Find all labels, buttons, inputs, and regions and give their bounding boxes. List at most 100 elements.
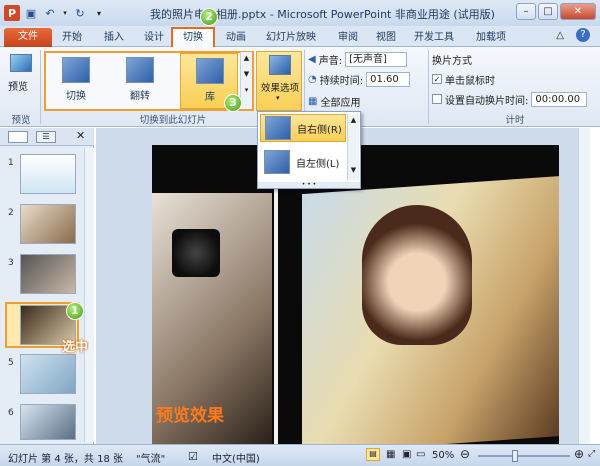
- slide-number: 1: [8, 158, 14, 168]
- on-click-checkbox[interactable]: ✓: [432, 74, 442, 84]
- close-pane-icon[interactable]: ✕: [76, 129, 85, 142]
- pane-scrollbar[interactable]: [84, 148, 94, 442]
- zoom-slider-thumb[interactable]: [512, 450, 518, 462]
- quick-access-toolbar: P ▣ ↶ ▾ ↻ ▾: [4, 4, 107, 22]
- scroll-up-icon[interactable]: ▲: [241, 54, 252, 62]
- tab-file[interactable]: 文件: [4, 28, 52, 47]
- slides-pane: ☰ ✕ 1 2 3 4 5 6 选中: [0, 128, 94, 444]
- from-left-option[interactable]: 自左侧(L): [260, 148, 346, 176]
- tab-slideshow[interactable]: 幻灯片放映: [266, 29, 316, 47]
- duration-input[interactable]: 01.60: [366, 71, 411, 87]
- portrait-face-image: [362, 205, 472, 345]
- effect-options-icon: [269, 55, 291, 75]
- save-icon[interactable]: ▣: [23, 5, 39, 21]
- effect-options-label: 效果选项: [260, 83, 299, 94]
- gallery-more-icon[interactable]: ▾: [241, 86, 252, 94]
- gallery-item-label: 切换: [66, 91, 86, 102]
- from-right-label: 自右侧(R): [297, 124, 342, 136]
- tab-view[interactable]: 视图: [376, 29, 396, 47]
- apply-all-button[interactable]: ▦ 全部应用: [308, 93, 360, 109]
- outline-tab-icon[interactable]: ☰: [36, 131, 56, 143]
- slide-thumbnail-3[interactable]: [20, 254, 76, 294]
- zoom-out-icon[interactable]: ⊖: [460, 447, 470, 461]
- after-checkbox[interactable]: [432, 94, 442, 104]
- slide-number: 6: [8, 408, 14, 418]
- close-button[interactable]: ✕: [560, 3, 596, 20]
- customize-quick-access-icon[interactable]: ▾: [91, 5, 107, 21]
- preview-group-label: 预览: [11, 115, 31, 126]
- apply-all-label: 全部应用: [320, 97, 361, 109]
- resize-grip-icon[interactable]: • • •: [258, 182, 360, 188]
- tab-transitions[interactable]: 切换: [171, 27, 215, 48]
- fit-to-window-icon[interactable]: ⤢: [588, 449, 595, 459]
- scroll-down-icon[interactable]: ▼: [348, 166, 359, 174]
- minimize-ribbon-icon[interactable]: △: [556, 30, 564, 41]
- timing-group-label: 计时: [505, 115, 525, 126]
- slide-count-status: 幻灯片 第 4 张，共 18 张: [8, 454, 123, 465]
- duration-label: 持续时间:: [319, 75, 364, 87]
- tab-design[interactable]: 设计: [144, 29, 164, 47]
- slides-tab-icon[interactable]: [8, 131, 28, 143]
- on-click-label: 单击鼠标时: [445, 75, 495, 87]
- spell-check-icon[interactable]: ☑: [188, 450, 198, 463]
- group-separator: [40, 50, 41, 124]
- tab-developer[interactable]: 开发工具: [414, 29, 454, 47]
- tab-review[interactable]: 审阅: [338, 29, 358, 47]
- tab-home[interactable]: 开始: [62, 29, 82, 47]
- gallery-item-switch[interactable]: 切换: [50, 53, 102, 109]
- scroll-down-icon[interactable]: ▼: [241, 70, 252, 78]
- chevron-down-icon: ▾: [276, 94, 280, 102]
- preview-label: 预览: [8, 82, 28, 93]
- zoom-in-icon[interactable]: ⊕: [574, 447, 584, 461]
- sound-row: ◀ 声音: [无声音]: [308, 51, 408, 67]
- zoom-level[interactable]: 50%: [432, 450, 454, 461]
- slide-thumbnail-6[interactable]: [20, 404, 76, 440]
- minimize-button[interactable]: –: [516, 3, 536, 20]
- camera-image: [172, 229, 220, 277]
- sound-label: 声音:: [318, 55, 343, 67]
- slide-thumbnail-2[interactable]: [20, 204, 76, 244]
- preview-icon: [10, 54, 32, 72]
- slide-canvas[interactable]: 预览效果: [152, 145, 559, 445]
- normal-view-icon[interactable]: ▤: [366, 448, 380, 461]
- sound-select[interactable]: [无声音]: [345, 51, 408, 67]
- theme-status: "气流": [136, 454, 166, 465]
- help-icon[interactable]: ?: [576, 28, 590, 42]
- undo-dropdown-icon[interactable]: ▾: [61, 5, 69, 21]
- dropdown-scrollbar[interactable]: ▲ ▼: [347, 114, 359, 180]
- title-bar: P ▣ ↶ ▾ ↻ ▾ 我的照片电子相册.pptx - Microsoft Po…: [0, 0, 600, 26]
- zoom-slider[interactable]: [478, 450, 570, 462]
- language-status[interactable]: 中文(中国): [212, 450, 260, 465]
- tab-animations[interactable]: 动画: [226, 29, 246, 47]
- after-time-input[interactable]: 00:00.00: [531, 91, 588, 107]
- preview-button[interactable]: 预览: [6, 52, 36, 93]
- effect-options-button[interactable]: 效果选项 ▾: [256, 51, 302, 111]
- tab-insert[interactable]: 插入: [104, 29, 124, 47]
- gallery-scrollbar[interactable]: ▲ ▼ ▾: [240, 52, 252, 108]
- tab-addins[interactable]: 加载项: [476, 29, 506, 47]
- slide-number: 3: [8, 258, 14, 268]
- gallery-item-flip[interactable]: 翻转: [114, 53, 166, 109]
- step-1-badge: 1: [66, 302, 84, 320]
- duration-row: ◔ 持续时间: 01.60: [308, 71, 411, 87]
- transition-gallery: 切换 翻转 库: [44, 51, 254, 111]
- undo-icon[interactable]: ↶: [42, 5, 58, 21]
- gallery-transition-icon: [196, 58, 224, 84]
- step-2-badge: 2: [200, 8, 218, 26]
- maximize-button[interactable]: □: [538, 3, 558, 20]
- slide-thumbnail-5[interactable]: [20, 354, 76, 394]
- scroll-up-icon[interactable]: ▲: [348, 116, 359, 124]
- redo-icon[interactable]: ↻: [72, 5, 88, 21]
- slide-thumbnail-1[interactable]: [20, 154, 76, 194]
- vertical-scrollbar[interactable]: [578, 128, 590, 444]
- flip-transition-icon: [126, 57, 154, 83]
- selected-annotation-label: 选中: [62, 340, 89, 355]
- slide-sorter-icon[interactable]: ▦: [386, 449, 395, 460]
- from-right-option[interactable]: 自右侧(R): [260, 114, 346, 142]
- switch-transition-icon: [62, 57, 90, 83]
- group-separator: [428, 50, 429, 124]
- from-left-label: 自左侧(L): [296, 158, 340, 170]
- after-row: 设置自动换片时间: 00:00.00: [432, 91, 588, 107]
- slideshow-icon[interactable]: ▭: [416, 449, 425, 460]
- reading-view-icon[interactable]: ▣: [402, 449, 411, 460]
